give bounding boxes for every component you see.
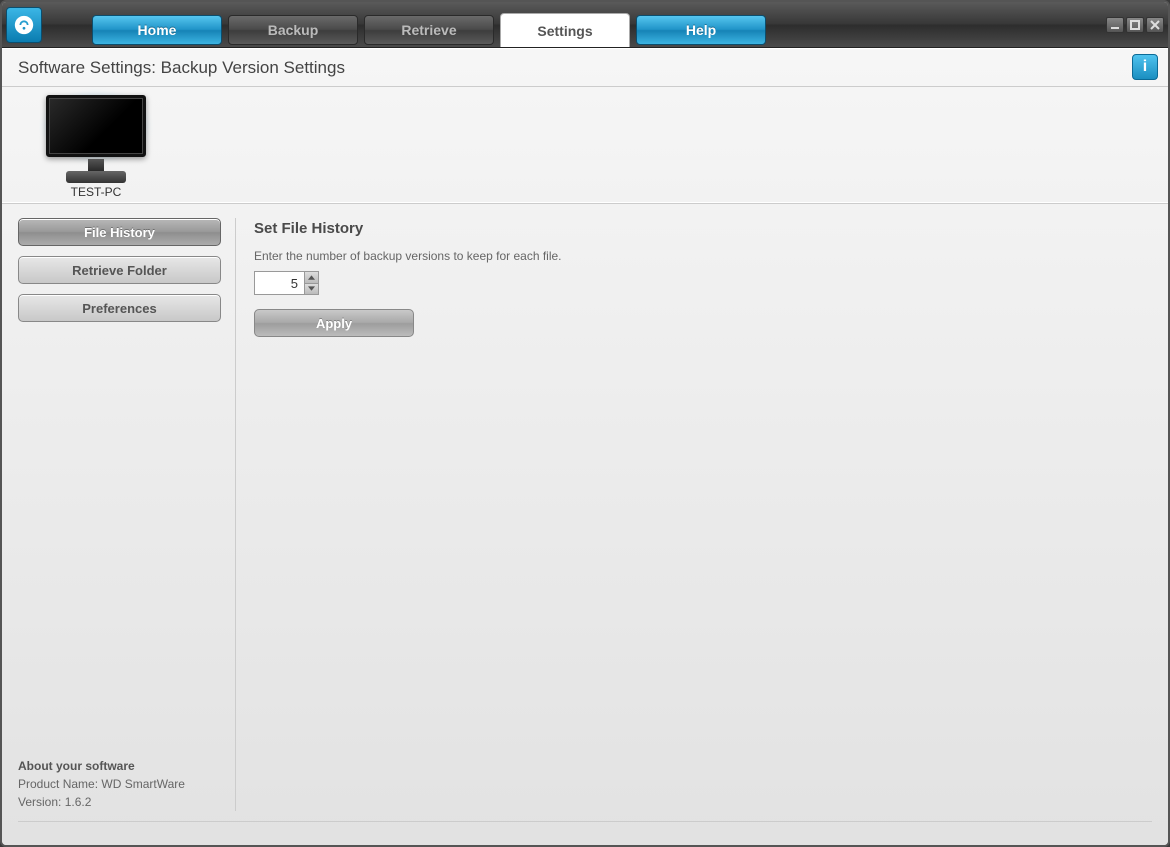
tab-help-label: Help: [686, 22, 716, 38]
tab-help[interactable]: Help: [636, 15, 766, 45]
sidebar-item-label: File History: [84, 225, 155, 240]
about-version-line: Version: 1.6.2: [18, 793, 221, 811]
sidebar-item-label: Retrieve Folder: [72, 263, 167, 278]
tab-home-label: Home: [138, 22, 177, 38]
panel-heading: Set File History: [254, 220, 1152, 237]
spinner-down-button[interactable]: [305, 284, 318, 295]
tab-retrieve[interactable]: Retrieve: [364, 15, 494, 45]
sidebar-item-preferences[interactable]: Preferences: [18, 294, 221, 322]
about-product-label: Product Name:: [18, 777, 101, 791]
maximize-button[interactable]: [1126, 17, 1144, 33]
device: TEST-PC: [26, 95, 166, 199]
device-label: TEST-PC: [26, 185, 166, 199]
content: Software Settings: Backup Version Settin…: [2, 48, 1168, 845]
window-controls: [1106, 17, 1164, 33]
tab-backup-label: Backup: [268, 22, 319, 38]
apply-button[interactable]: Apply: [254, 309, 414, 337]
sidebar-item-file-history[interactable]: File History: [18, 218, 221, 246]
page-title: Software Settings: Backup Version Settin…: [18, 58, 345, 78]
about-version-label: Version:: [18, 795, 65, 809]
apply-button-label: Apply: [316, 316, 352, 331]
about-block: About your software Product Name: WD Sma…: [18, 757, 221, 811]
tab-settings-label: Settings: [537, 23, 592, 39]
info-button[interactable]: i: [1132, 54, 1158, 80]
panel-description: Enter the number of backup versions to k…: [254, 249, 1152, 263]
chevron-up-icon: [308, 275, 315, 280]
about-product-value: WD SmartWare: [101, 777, 185, 791]
info-icon: i: [1143, 58, 1147, 76]
body-row: File History Retrieve Folder Preferences…: [2, 204, 1168, 821]
tabs: Home Backup Retrieve Settings Help: [92, 2, 766, 47]
titlebar: Home Backup Retrieve Settings Help: [2, 2, 1168, 48]
close-button[interactable]: [1146, 17, 1164, 33]
about-version-value: 1.6.2: [65, 795, 92, 809]
app-window: Home Backup Retrieve Settings Help Softw…: [0, 0, 1170, 847]
app-icon: [6, 7, 42, 43]
device-row: TEST-PC: [2, 87, 1168, 204]
spinner-row: [254, 271, 1152, 295]
sidebar-item-retrieve-folder[interactable]: Retrieve Folder: [18, 256, 221, 284]
page-header: Software Settings: Backup Version Settin…: [2, 49, 1168, 87]
sidebar-item-label: Preferences: [82, 301, 156, 316]
footer-divider: [18, 821, 1152, 845]
minimize-button[interactable]: [1106, 17, 1124, 33]
versions-input[interactable]: [254, 271, 304, 295]
monitor-icon: [46, 95, 146, 183]
main-panel: Set File History Enter the number of bac…: [236, 218, 1152, 811]
sidebar: File History Retrieve Folder Preferences…: [18, 218, 236, 811]
spinner-up-button[interactable]: [305, 272, 318, 284]
tab-retrieve-label: Retrieve: [401, 22, 456, 38]
tab-settings[interactable]: Settings: [500, 13, 630, 47]
chevron-down-icon: [308, 286, 315, 291]
about-heading: About your software: [18, 757, 221, 775]
spinner-buttons: [304, 271, 319, 295]
tab-home[interactable]: Home: [92, 15, 222, 45]
tab-backup[interactable]: Backup: [228, 15, 358, 45]
about-product-line: Product Name: WD SmartWare: [18, 775, 221, 793]
